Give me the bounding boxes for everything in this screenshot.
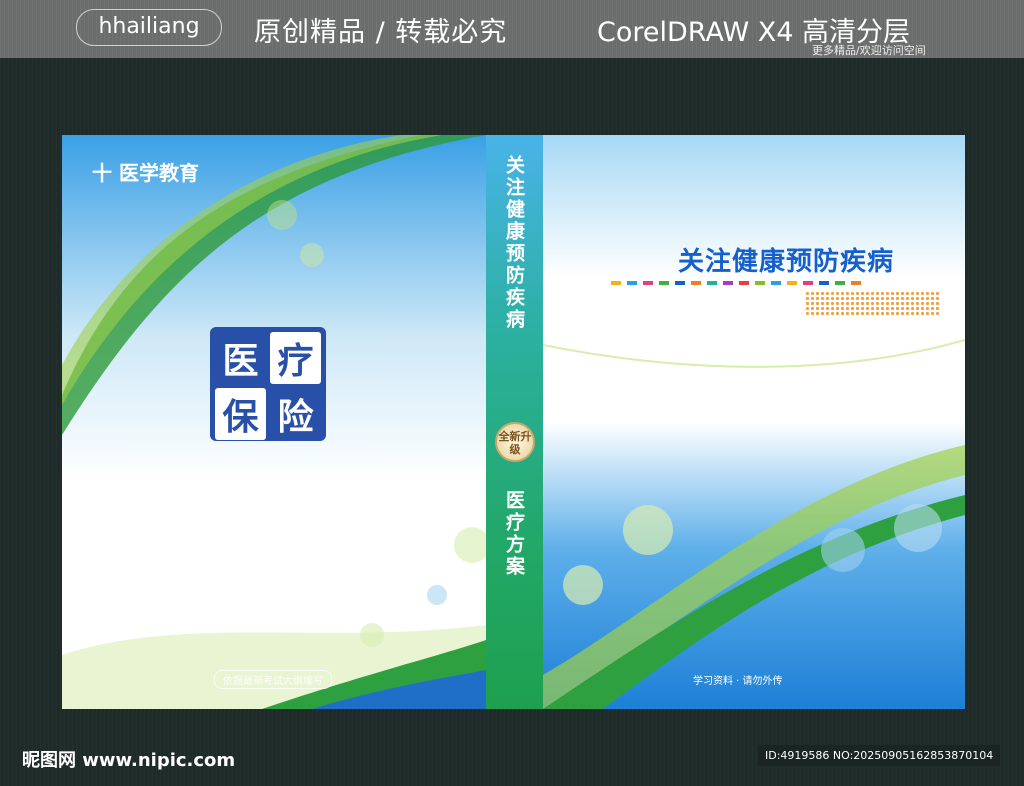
- color-dash: [611, 281, 621, 285]
- color-dash-row: [611, 281, 861, 285]
- front-note: 学习资料 · 请勿外传: [693, 676, 783, 687]
- color-dash: [643, 281, 653, 285]
- front-cover: 关注健康预防疾病 学习资料 · 请勿外传: [543, 135, 965, 709]
- spine: 关注健康预防疾病 全新升级 医疗方案: [486, 135, 543, 709]
- color-dash: [627, 281, 637, 285]
- top-banner: hhailiang 原创精品 / 转载必究 CorelDRAW X4 高清分层 …: [0, 0, 1024, 58]
- back-cover: 十 医学教育 医 疗 保 险 依据最新考试大纲编写: [62, 135, 486, 709]
- color-dash: [835, 281, 845, 285]
- slogan: 原创精品 / 转载必究: [254, 17, 508, 48]
- brand-logo: 十 医学教育: [92, 161, 199, 185]
- upgrade-badge: 全新升级: [495, 422, 535, 462]
- color-dash: [819, 281, 829, 285]
- color-dash: [723, 281, 733, 285]
- color-dash: [675, 281, 685, 285]
- image-id: ID:4919586 NO:20250905162853870104: [758, 745, 1001, 766]
- banner-subtext: 更多精品/欢迎访问空间: [812, 44, 926, 57]
- color-dash: [739, 281, 749, 285]
- wave-decoration: [543, 339, 965, 709]
- color-dash: [787, 281, 797, 285]
- color-dash: [659, 281, 669, 285]
- spine-subtitle: 医疗方案: [503, 490, 525, 578]
- author-badge: hhailiang: [76, 9, 222, 46]
- front-title: 关注健康预防疾病: [678, 247, 895, 277]
- seal-char: 险: [270, 388, 321, 440]
- seal-stamp: 医 疗 保 险: [210, 327, 326, 441]
- color-dash: [771, 281, 781, 285]
- color-dash: [803, 281, 813, 285]
- dot-grid-decoration: [805, 291, 941, 315]
- color-dash: [755, 281, 765, 285]
- seal-char: 医: [215, 332, 266, 384]
- color-dash: [707, 281, 717, 285]
- seal-char: 保: [215, 388, 266, 440]
- seal-char: 疗: [270, 332, 321, 384]
- spine-title: 关注健康预防疾病: [503, 155, 525, 331]
- color-dash: [851, 281, 861, 285]
- site-watermark: 昵图网 www.nipic.com: [22, 750, 236, 771]
- color-dash: [691, 281, 701, 285]
- motto-label: 依据最新考试大纲编写: [214, 670, 332, 689]
